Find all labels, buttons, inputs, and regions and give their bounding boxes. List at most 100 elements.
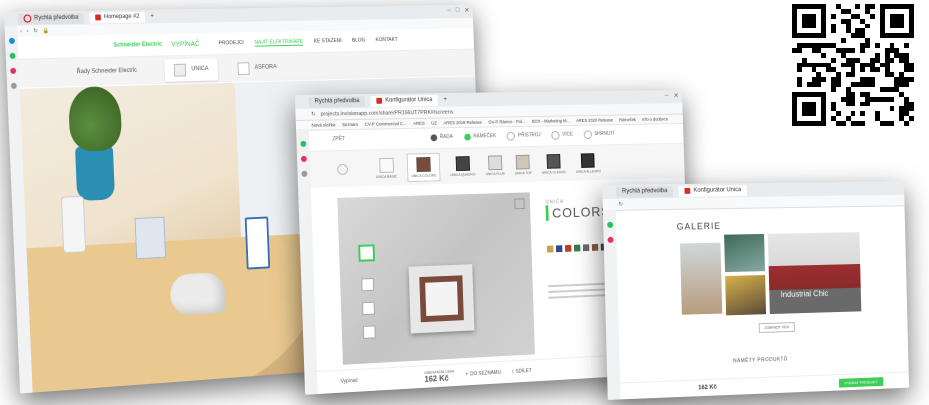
frame-thumb xyxy=(379,157,394,172)
whatsapp-icon[interactable] xyxy=(300,141,306,147)
tab-konfigurator[interactable]: Konfigurátor Unica xyxy=(679,185,747,197)
fullscreen-icon[interactable] xyxy=(514,198,524,209)
series-tab-asfora[interactable]: ASFORA xyxy=(228,56,286,80)
color-swatch[interactable] xyxy=(592,244,598,251)
tab-homepage[interactable]: Homepage #2 xyxy=(90,11,146,23)
nav-ke-stazeni[interactable]: KE STAŽENÍ xyxy=(314,38,342,45)
step-shrnuti[interactable]: SHRNUTÍ xyxy=(583,129,614,138)
series-tab-unica[interactable]: UNICA xyxy=(164,58,218,82)
tab-speed-dial[interactable]: Rychlá předvolba xyxy=(18,12,85,24)
messenger-icon[interactable] xyxy=(8,38,14,44)
variant-thumb-4[interactable] xyxy=(363,325,376,338)
apps-icon[interactable] xyxy=(10,83,16,89)
apps-icon[interactable] xyxy=(301,171,307,177)
bookmark-item[interactable]: Nová složka xyxy=(311,122,335,127)
color-swatch[interactable] xyxy=(574,245,580,252)
nav-blog[interactable]: BLOG xyxy=(352,37,366,44)
variant-thumb-3[interactable] xyxy=(362,302,375,315)
minimize-icon[interactable]: – xyxy=(665,92,669,100)
step-pristroj[interactable]: PŘÍSTROJ xyxy=(507,131,541,140)
tab-speed-dial[interactable]: Rychlá předvolba xyxy=(616,186,673,198)
nav-kontakt[interactable]: KONTAKT xyxy=(376,37,398,44)
gallery-grid: Industrial Chic xyxy=(680,232,861,317)
reload-icon[interactable]: ↻ xyxy=(33,28,38,34)
frame-option-basic[interactable]: UNICA BASIC xyxy=(375,157,397,178)
frame-option-classic[interactable]: UNICA CLASSIC xyxy=(541,153,566,174)
frame-option-plus[interactable]: UNICA PLUS xyxy=(485,155,505,176)
forward-icon[interactable]: › xyxy=(27,28,29,34)
frame-thumb xyxy=(516,154,530,169)
prev-arrow-icon[interactable] xyxy=(337,163,348,174)
color-swatch[interactable] xyxy=(547,246,554,253)
soap-bottle xyxy=(61,196,86,254)
schneider-logo[interactable]: Schneider Electric xyxy=(113,42,162,49)
new-tab-icon[interactable]: + xyxy=(443,97,446,103)
color-swatch[interactable] xyxy=(556,245,563,252)
nav-najit-elektrikare[interactable]: NAJÍT ELEKTRIKÁŘE xyxy=(254,38,303,46)
nav-prodejci[interactable]: PRODEJCI xyxy=(218,40,243,47)
bookmark-item[interactable]: ARES 2020 Release xyxy=(576,118,613,123)
step-circle-icon xyxy=(551,130,559,139)
gallery-photo-3[interactable] xyxy=(725,275,766,315)
window-controls: – ✕ xyxy=(665,92,679,100)
gallery-title: GALERIE xyxy=(677,221,722,232)
select-product-button[interactable]: VYBRAT PRODUKT xyxy=(839,377,884,387)
reload-icon[interactable]: ↻ xyxy=(311,111,316,117)
step-vice[interactable]: VÍCE xyxy=(551,130,573,139)
gallery-photo-1[interactable] xyxy=(680,243,722,315)
wall-socket[interactable] xyxy=(245,216,270,269)
frame-option-allegro[interactable]: UNICA ALLEGRO xyxy=(575,153,601,174)
close-icon[interactable]: ✕ xyxy=(464,7,469,15)
frame-option-colors[interactable]: UNICA COLORS xyxy=(407,152,440,181)
variant-thumb-2[interactable] xyxy=(361,278,374,291)
variant-thumb-1[interactable] xyxy=(358,244,375,261)
bookmark-item[interactable]: ARES xyxy=(413,121,425,126)
url-text[interactable]: projects.invisionapp.com/share/PR156UT7P… xyxy=(320,109,453,117)
show-more-button[interactable]: ZOBRAZIT VÍCE xyxy=(759,322,795,333)
instagram-icon[interactable] xyxy=(10,68,16,74)
bookmark-item[interactable]: BOX - Marketing M... xyxy=(532,118,570,123)
plant-pot xyxy=(75,145,115,201)
bookmark-item[interactable]: Seznam xyxy=(342,122,358,127)
frame-option-quadro[interactable]: UNICA QUADRO xyxy=(450,155,476,176)
plant-leaves xyxy=(68,86,123,152)
tab-konfigurator[interactable]: Konfigurátor Unica xyxy=(371,95,438,107)
product-footer: 162 Kč VYBRAT PRODUKT xyxy=(620,371,909,399)
bookmark-item[interactable]: CV-P Commercial C... xyxy=(365,121,407,127)
back-icon[interactable]: ‹ xyxy=(20,28,22,34)
back-button[interactable]: ZPĚT xyxy=(332,136,345,142)
frame-option-top[interactable]: UNICA TOP xyxy=(514,154,532,175)
bookmark-item[interactable]: OV-P Rámce - Pol... xyxy=(488,119,525,124)
minimize-icon[interactable]: – xyxy=(447,7,451,15)
color-swatch[interactable] xyxy=(583,244,589,251)
bookmark-item[interactable]: Info o dodávce xyxy=(642,117,668,122)
gallery-photo-featured[interactable]: Industrial Chic xyxy=(768,232,861,314)
new-tab-icon[interactable]: + xyxy=(150,14,154,20)
share-button[interactable]: ⟨ SDÍLET xyxy=(512,368,532,375)
whatsapp-icon[interactable] xyxy=(9,53,15,59)
frame-thumb xyxy=(581,153,595,168)
footer-logo[interactable]: Vypínač xyxy=(341,378,358,385)
site-favicon-icon xyxy=(95,14,101,20)
whatsapp-icon[interactable] xyxy=(607,222,613,228)
bookmark-item[interactable]: ARES 2019 Release xyxy=(443,120,482,126)
add-to-list-button[interactable]: + DO SEZNAMU xyxy=(466,370,502,378)
instagram-icon[interactable] xyxy=(607,237,613,243)
bookmark-item[interactable]: ÚZ xyxy=(431,121,437,126)
preview-canvas xyxy=(337,192,535,364)
reload-icon[interactable]: ↻ xyxy=(618,201,623,207)
tab-speed-dial[interactable]: Rychlá předvolba xyxy=(309,96,366,108)
vypinac-logo[interactable]: VYPÍNAČ xyxy=(171,41,199,48)
gallery-photo-2[interactable] xyxy=(724,234,765,272)
step-rada[interactable]: ŘADA xyxy=(430,133,453,140)
close-icon[interactable]: ✕ xyxy=(673,92,678,100)
step-circle-icon xyxy=(464,133,471,140)
plus-icon: + xyxy=(466,372,469,378)
bookmark-item[interactable]: Rámeček xyxy=(619,117,636,122)
series-label: Řady Schneider Electric xyxy=(77,68,137,75)
toothbrush-cup xyxy=(135,217,166,260)
instagram-icon[interactable] xyxy=(300,156,306,162)
color-swatch[interactable] xyxy=(565,245,572,252)
step-ramecek[interactable]: RÁMEČEK xyxy=(464,133,496,140)
maximize-icon[interactable]: □ xyxy=(456,7,460,15)
